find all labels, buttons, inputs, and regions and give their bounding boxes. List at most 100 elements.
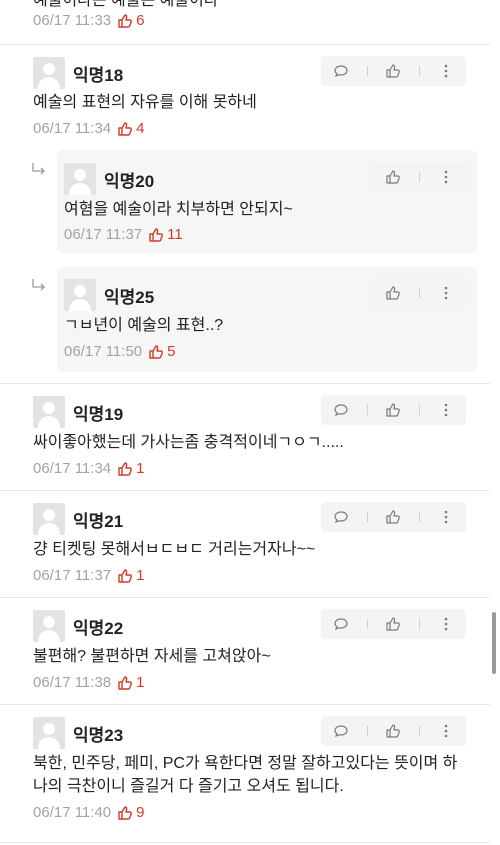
divider [418, 172, 420, 182]
like-button[interactable] [378, 609, 408, 639]
speech-bubble-icon [334, 511, 348, 524]
avatar [64, 163, 96, 195]
comment-actions [321, 716, 466, 746]
comment-header: 익명21 [33, 503, 123, 535]
divider [419, 405, 421, 415]
like-button[interactable] [378, 395, 408, 425]
comment-meta: 06/17 11:37 11 [64, 226, 183, 243]
comment-author: 익명19 [73, 404, 124, 424]
thumbs-up-icon [386, 170, 400, 184]
more-button[interactable] [431, 609, 461, 639]
thumbs-up-icon [386, 64, 401, 78]
more-vertical-icon [444, 403, 447, 417]
like-count-value: 5 [167, 343, 176, 360]
like-count: 5 [148, 343, 175, 360]
comment-body: 싸이좋아했는데 가사는좀 충격적이네ㄱㅇㄱ..... [33, 434, 344, 451]
comment-item: 익명23 북한, 민주당, 페미, PC가 욕한다면 정말 잘하고있다는 뜻이며… [0, 704, 490, 843]
comment-partial: 예술이라는 예술은 예술이다 06/17 11:33 6 [0, 0, 490, 45]
speech-bubble-icon [334, 725, 348, 738]
comment-author: 익명22 [73, 618, 124, 638]
divider [366, 405, 368, 415]
thumbs-up-icon [386, 724, 401, 738]
like-button[interactable] [378, 502, 408, 532]
thumbs-up-icon [118, 675, 133, 690]
comment-body: 예술의 표현의 자유를 이해 못하네 [33, 94, 257, 111]
comment-header: 익명19 [33, 396, 123, 428]
like-count-value: 1 [136, 460, 145, 477]
avatar [33, 717, 65, 749]
thumbs-up-icon [386, 286, 400, 300]
more-button[interactable] [431, 56, 461, 86]
like-count-value: 11 [167, 226, 183, 243]
avatar [33, 503, 65, 535]
more-vertical-icon [445, 170, 448, 184]
comment-author: 익명18 [73, 65, 124, 85]
comment-actions [372, 278, 467, 308]
comment-body: 불편해? 불편하면 자세를 고쳐앉아~ [33, 648, 271, 665]
reply-button[interactable] [326, 502, 356, 532]
more-button[interactable] [431, 278, 461, 308]
more-vertical-icon [444, 64, 447, 78]
like-count: 6 [117, 12, 144, 29]
reply-button[interactable] [326, 395, 356, 425]
divider [419, 66, 421, 76]
reply-item: 익명25 ㄱㅂ년이 예술의 표현..? 06/17 11:50 5 [57, 266, 477, 372]
divider [418, 288, 420, 298]
divider [366, 66, 368, 76]
comment-meta: 06/17 11:33 6 [33, 12, 144, 29]
comment-author: 익명20 [104, 171, 155, 191]
reply-button[interactable] [326, 609, 356, 639]
like-button[interactable] [378, 162, 408, 192]
comment-actions [321, 395, 466, 425]
like-count: 11 [148, 226, 183, 243]
comment-time: 06/17 11:37 [64, 226, 143, 243]
comment-time: 06/17 11:33 [33, 12, 112, 29]
comment-body: 북한, 민주당, 페미, PC가 욕한다면 정말 잘하고있다는 뜻이며 하나의 … [33, 755, 458, 795]
speech-bubble-icon [334, 618, 348, 631]
reply-arrow-icon [32, 163, 45, 175]
more-button[interactable] [431, 716, 461, 746]
like-count-value: 1 [136, 567, 145, 584]
comment-time: 06/17 11:37 [33, 567, 112, 584]
reply-button[interactable] [326, 716, 356, 746]
comment-header: 익명20 [64, 163, 154, 195]
comment-actions [321, 56, 466, 86]
comment-item: 익명21 걍 티켓팅 못해서ㅂㄷㅂㄷ 거리는거자나~~ 06/17 11:37 … [0, 490, 490, 598]
scrollbar[interactable] [492, 612, 496, 674]
more-vertical-icon [444, 724, 447, 738]
comment-time: 06/17 11:40 [33, 804, 112, 821]
more-button[interactable] [431, 502, 461, 532]
thumbs-up-icon [386, 510, 401, 524]
comment-item: 익명18 예술의 표현의 자유를 이해 못하네 06/17 11:34 4 익명… [0, 44, 490, 384]
comment-header: 익명18 [33, 57, 123, 89]
divider [366, 619, 368, 629]
avatar [64, 279, 96, 311]
comment-meta: 06/17 11:37 1 [33, 567, 144, 584]
reply-button[interactable] [326, 56, 356, 86]
like-button[interactable] [378, 716, 408, 746]
divider [419, 726, 421, 736]
comment-meta: 06/17 11:50 5 [64, 343, 175, 360]
comment-actions [321, 609, 466, 639]
like-button[interactable] [378, 278, 408, 308]
divider [419, 619, 421, 629]
more-button[interactable] [431, 162, 461, 192]
comment-meta: 06/17 11:40 9 [33, 804, 144, 821]
like-button[interactable] [378, 56, 408, 86]
comment-body: 여혐을 예술이라 치부하면 안되지~ [64, 201, 293, 218]
thumbs-up-icon [118, 805, 133, 820]
comment-body: 예술이라는 예술은 예술이다 [33, 0, 219, 9]
comment-header: 익명25 [64, 279, 154, 311]
more-vertical-icon [444, 510, 447, 524]
comment-body: 걍 티켓팅 못해서ㅂㄷㅂㄷ 거리는거자나~~ [33, 541, 316, 558]
comment-time: 06/17 11:34 [33, 120, 112, 137]
comment-body: ㄱㅂ년이 예술의 표현..? [64, 317, 224, 334]
comment-meta: 06/17 11:38 1 [33, 674, 144, 691]
like-count-value: 4 [136, 120, 145, 137]
avatar [33, 57, 65, 89]
reply-arrow-icon [32, 279, 45, 291]
comment-author: 익명23 [73, 725, 124, 745]
divider [419, 512, 421, 522]
more-button[interactable] [431, 395, 461, 425]
more-vertical-icon [445, 286, 448, 300]
